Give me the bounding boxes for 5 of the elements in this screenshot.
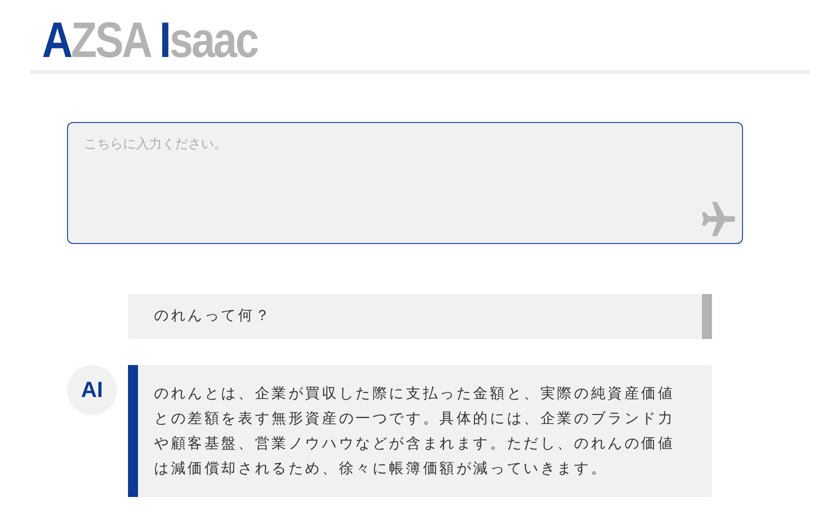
ai-avatar: AI: [67, 365, 117, 415]
logo: AZSA Isaac: [42, 14, 258, 66]
prompt-field[interactable]: こちらに入力ください。: [67, 122, 743, 244]
ai-message: のれんとは、企業が買収した際に支払った金額と、実際の純資産価値との差額を表す無形資産の一つです。具体的には、企業のブランド力や顧客基盤、営業ノウハウなどが含まれます。ただし、のれんの価値は減価償却されるため、徐々に帳簿価額が減っていきます。: [128, 365, 712, 497]
user-message: のれんって何？: [128, 294, 712, 339]
